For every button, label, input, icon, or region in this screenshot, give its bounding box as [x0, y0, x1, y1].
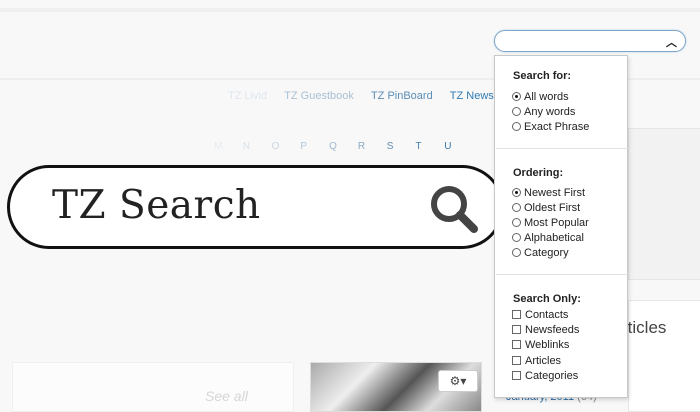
search-only-categories[interactable]: Categories — [512, 369, 578, 383]
option-label: Oldest First — [524, 202, 581, 214]
radio[interactable] — [512, 122, 521, 131]
search-only-articles[interactable]: Articles — [512, 354, 561, 368]
option-label: Most Popular — [524, 217, 589, 229]
search-for-title: Search for: — [513, 70, 572, 82]
top-divider — [0, 8, 700, 12]
alphabet-filter: M N O P Q R S T U — [214, 141, 470, 152]
checkbox[interactable] — [512, 340, 521, 349]
see-all-link[interactable]: See all — [205, 388, 248, 404]
ordering-option-alphabetical[interactable]: Alphabetical — [512, 231, 584, 245]
chevron-up-icon[interactable]: ︿ — [666, 34, 677, 50]
alpha-letter[interactable]: Q — [329, 141, 355, 152]
option-label: Categories — [525, 370, 579, 382]
alpha-letter[interactable]: M — [214, 141, 240, 152]
radio[interactable] — [512, 218, 521, 227]
hero-search-banner: TZ Search — [7, 165, 504, 249]
alpha-letter[interactable]: U — [444, 141, 470, 152]
hero-title: TZ Search — [52, 183, 261, 228]
page-background: TZ Livid TZ Guestbook TZ PinBoard TZ New… — [0, 0, 700, 412]
checkbox[interactable] — [512, 310, 521, 319]
radio-checked[interactable] — [512, 188, 521, 197]
nav-item-pinboard[interactable]: TZ PinBoard — [371, 90, 433, 102]
search-for-option-exact-phrase[interactable]: Exact Phrase — [512, 120, 589, 134]
option-label: Any words — [524, 106, 576, 118]
option-label: Articles — [525, 355, 562, 367]
option-label: Alphabetical — [524, 232, 584, 244]
ordering-option-newest[interactable]: Newest First — [512, 186, 585, 200]
radio[interactable] — [512, 248, 521, 257]
option-label: Exact Phrase — [524, 121, 590, 133]
alpha-letter[interactable]: S — [387, 141, 413, 152]
alpha-letter[interactable]: N — [243, 141, 269, 152]
nav-item-news[interactable]: TZ News — [450, 90, 494, 102]
side-module-archive — [628, 300, 700, 412]
search-only-weblinks[interactable]: Weblinks — [512, 338, 569, 352]
option-label: Weblinks — [525, 339, 570, 351]
search-icon — [431, 186, 478, 233]
nav-item-guestbook[interactable]: TZ Guestbook — [284, 90, 354, 102]
gear-icon[interactable]: ⚙▾ — [438, 370, 478, 392]
search-for-option-any-words[interactable]: Any words — [512, 105, 575, 119]
alpha-letter[interactable]: P — [300, 141, 326, 152]
radio[interactable] — [512, 203, 521, 212]
search-for-option-all-words[interactable]: All words — [512, 90, 569, 104]
side-module — [628, 128, 700, 280]
search-only-title: Search Only: — [513, 293, 581, 305]
faded-panel — [12, 362, 294, 412]
radio[interactable] — [512, 107, 521, 116]
option-label: Newsfeeds — [525, 324, 580, 336]
checkbox[interactable] — [512, 371, 521, 380]
search-only-newsfeeds[interactable]: Newsfeeds — [512, 323, 579, 337]
checkbox[interactable] — [512, 356, 521, 365]
divider — [496, 148, 628, 149]
ordering-option-category[interactable]: Category — [512, 246, 569, 260]
checkbox[interactable] — [512, 325, 521, 334]
top-navigation: TZ Livid TZ Guestbook TZ PinBoard TZ New… — [228, 90, 508, 102]
option-label: Newest First — [524, 187, 586, 199]
ordering-title: Ordering: — [513, 167, 564, 179]
ordering-option-oldest[interactable]: Oldest First — [512, 201, 580, 215]
option-label: Category — [524, 247, 569, 259]
radio-checked[interactable] — [512, 92, 521, 101]
alpha-letter[interactable]: T — [415, 141, 441, 152]
alpha-letter[interactable]: O — [272, 141, 298, 152]
option-label: Contacts — [525, 309, 569, 321]
search-input[interactable]: ︿ — [494, 30, 686, 52]
alpha-letter[interactable]: R — [358, 141, 384, 152]
search-options-dropdown: Search for: All words Any words Exact Ph… — [494, 55, 628, 398]
divider — [496, 274, 628, 275]
articles-heading: rticles — [622, 318, 667, 337]
option-label: All words — [524, 91, 569, 103]
search-only-contacts[interactable]: Contacts — [512, 308, 568, 322]
radio[interactable] — [512, 233, 521, 242]
nav-item-livid[interactable]: TZ Livid — [228, 90, 267, 102]
ordering-option-popular[interactable]: Most Popular — [512, 216, 589, 230]
